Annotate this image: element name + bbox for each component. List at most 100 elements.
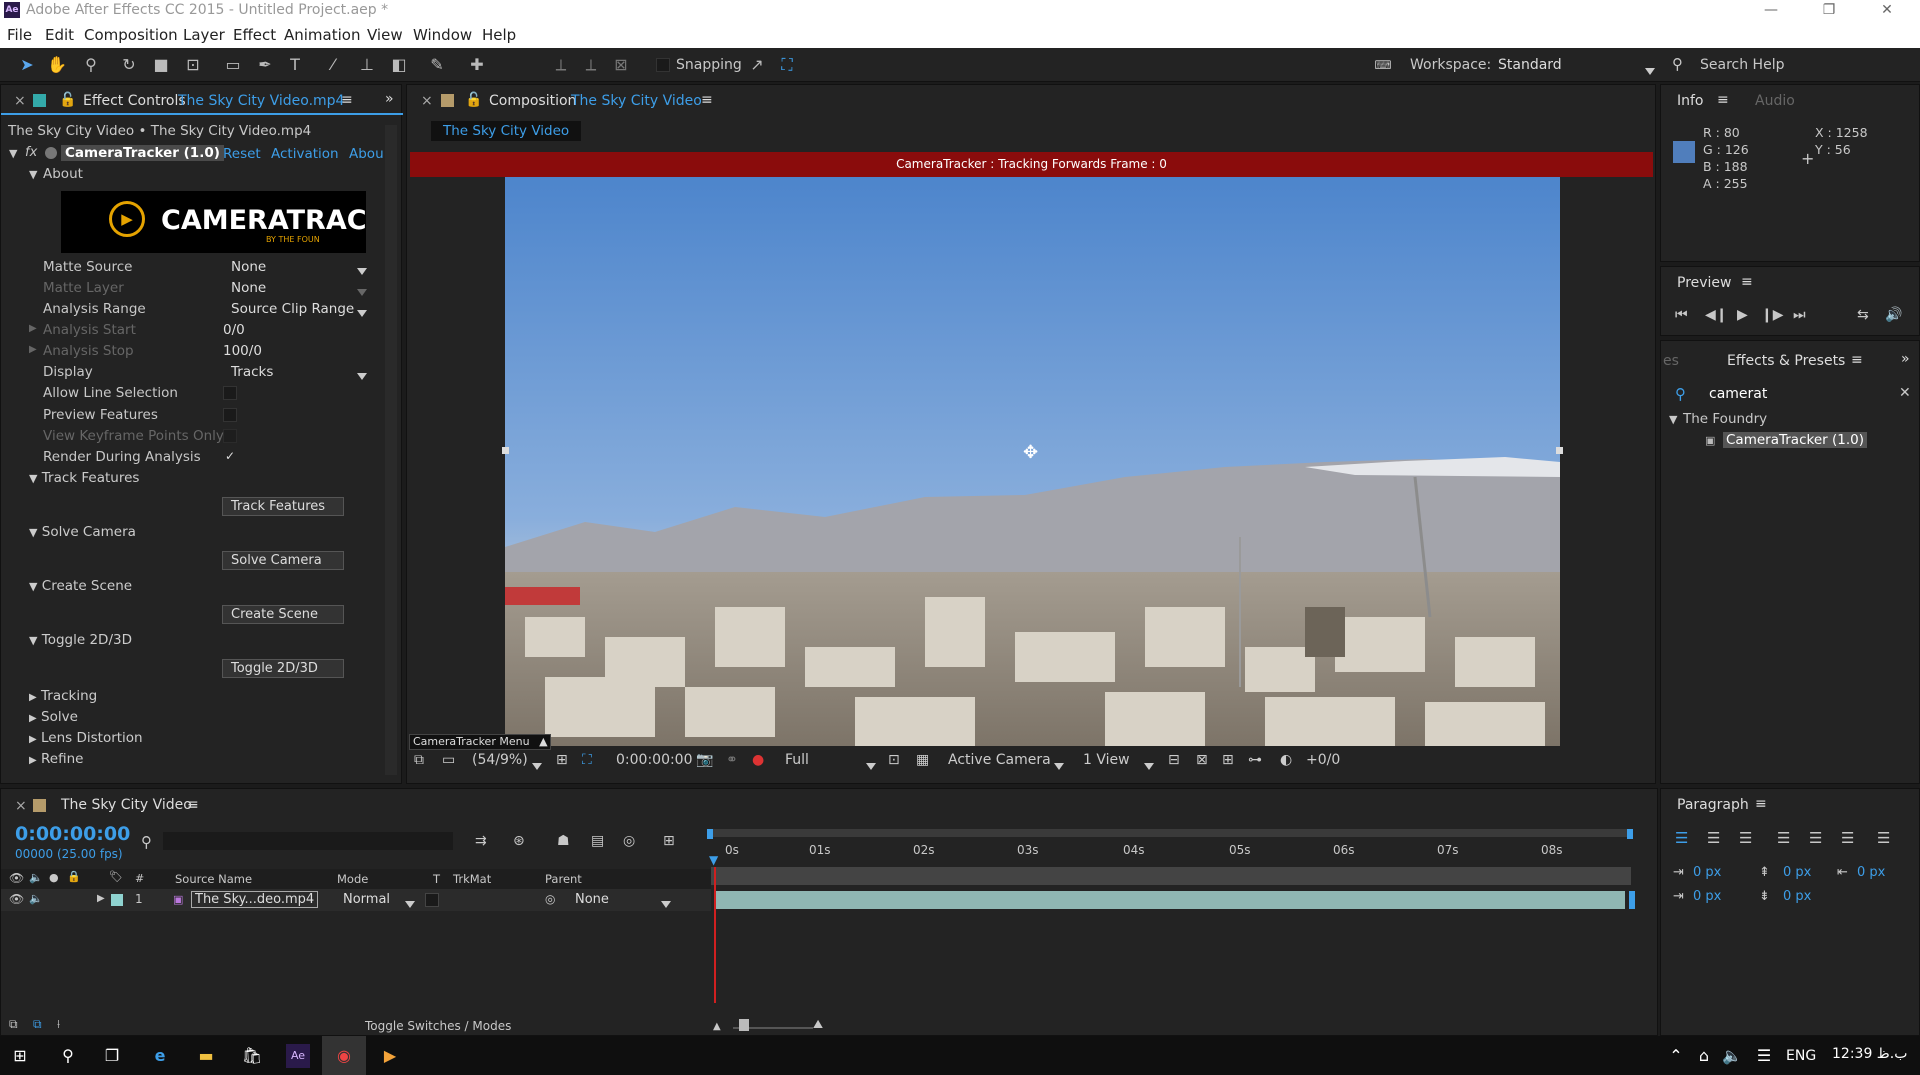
matte-source-select[interactable]: None [231, 259, 266, 275]
section-tracking[interactable]: ▶ Tracking [29, 688, 97, 704]
first-frame-icon[interactable]: ⏮ [1675, 307, 1688, 323]
display-select[interactable]: Tracks [231, 364, 273, 380]
eye-icon[interactable]: 👁 [9, 871, 24, 885]
snap-edges-icon[interactable]: ↗ [746, 54, 768, 76]
render-during-analysis-checkbox[interactable]: ✓ [223, 450, 237, 464]
align-left-icon[interactable]: ☰ [1675, 829, 1688, 847]
folder-the-foundry[interactable]: The Foundry [1683, 411, 1767, 427]
section-create-scene[interactable]: ▼ Create Scene [29, 578, 132, 594]
preserve-transparency-checkbox[interactable] [425, 893, 439, 907]
parent-pickwhip-icon[interactable]: ◎ [545, 892, 555, 906]
info-tab[interactable]: Info [1677, 93, 1704, 109]
mask-visibility-icon[interactable]: ⛶ [582, 752, 592, 778]
effects-search-input[interactable]: camerat [1709, 386, 1767, 402]
media-player-icon[interactable]: ▶ [378, 1044, 402, 1068]
panel-menu-icon[interactable]: ≡ [1741, 274, 1753, 290]
menu-file[interactable]: File [7, 26, 32, 44]
clear-search-icon[interactable]: ✕ [1899, 385, 1911, 401]
layer-audio-icon[interactable]: 🔈 [29, 892, 43, 905]
close-tab-icon[interactable]: × [14, 93, 26, 109]
keyboard-shortcut-icon[interactable]: ⌨ [1370, 54, 1396, 76]
snapping-checkbox[interactable] [656, 58, 670, 72]
section-solve[interactable]: ▶ Solve [29, 709, 78, 725]
trkmat-header[interactable]: TrkMat [453, 872, 491, 886]
justify-center-icon[interactable]: ☰ [1809, 829, 1822, 847]
menu-view[interactable]: View [367, 26, 403, 44]
chevron-down-icon[interactable] [357, 263, 367, 279]
lock-icon[interactable]: 🔓 [59, 92, 76, 108]
motion-blur-icon[interactable]: ◎ [623, 833, 635, 849]
crosshair-anchor-icon[interactable]: ✥ [1023, 442, 1038, 463]
always-preview-icon[interactable]: ⧉ [414, 752, 424, 778]
panel-menu-icon[interactable]: ≡ [701, 92, 713, 108]
menu-window[interactable]: Window [413, 26, 472, 44]
close-tab-icon[interactable]: × [421, 93, 433, 109]
chevron-down-icon[interactable] [357, 368, 367, 384]
timeline-search-input[interactable] [163, 832, 453, 850]
file-explorer-icon[interactable]: ▬ [194, 1044, 218, 1068]
allow-line-selection-checkbox[interactable] [223, 386, 237, 400]
layer-expand-icon[interactable]: ▶ [97, 893, 105, 904]
text-tool-icon[interactable]: T [284, 54, 306, 76]
playhead-line[interactable] [714, 867, 716, 1003]
view-axis-icon[interactable]: ⊠ [610, 54, 632, 76]
panel-menu-icon[interactable]: ≡ [341, 92, 353, 108]
safe-zones-icon[interactable]: ⊞ [556, 752, 568, 778]
menu-help[interactable]: Help [482, 26, 516, 44]
effects-presets-title[interactable]: Effects & Presets [1727, 353, 1845, 369]
reset-link[interactable]: Reset [223, 146, 261, 162]
snap-features-icon[interactable]: ⛶ [776, 54, 798, 76]
effect-controls-tab-file[interactable]: The Sky City Video.mp4 [178, 93, 344, 109]
comp-sub-tab[interactable]: The Sky City Video [431, 121, 582, 141]
windows-start-icon[interactable]: ⊞ [8, 1044, 32, 1068]
panel-menu-icon[interactable]: ≡ [187, 797, 199, 813]
mode-chevron-down-icon[interactable] [405, 896, 415, 912]
region-of-interest-icon[interactable]: ⊡ [888, 752, 900, 778]
toggle-2d3d-button[interactable]: Toggle 2D/3D [222, 659, 344, 678]
first-line-indent-value[interactable]: 0 px [1693, 889, 1721, 904]
workspace-chevron-down-icon[interactable] [1645, 63, 1655, 79]
action-center-icon[interactable]: ☰ [1752, 1044, 1776, 1068]
comp-mini-flowchart-icon[interactable]: ⇉ [475, 833, 487, 849]
folder-triangle-icon[interactable]: ▼ [1669, 413, 1677, 426]
snapshot-icon[interactable]: 📷 [696, 752, 713, 778]
audio-tab[interactable]: Audio [1755, 93, 1795, 109]
after-effects-taskbar-icon[interactable]: Ae [286, 1044, 310, 1068]
volume-icon[interactable]: 🔈 [1720, 1044, 1744, 1068]
preview-features-checkbox[interactable] [223, 408, 237, 422]
language-indicator[interactable]: ENG [1786, 1048, 1816, 1064]
indent-left-value[interactable]: 0 px [1693, 865, 1721, 880]
toggle-pixel-aspect-icon[interactable]: ⊟ [1168, 752, 1180, 778]
justify-all-icon[interactable]: ☰ [1877, 829, 1890, 847]
section-track-features[interactable]: ▼ Track Features [29, 470, 139, 486]
about-link[interactable]: Abou [349, 146, 384, 162]
search-icon[interactable]: ⚲ [56, 1044, 80, 1068]
menu-edit[interactable]: Edit [45, 26, 74, 44]
playhead-icon[interactable]: ▼ [709, 853, 718, 867]
local-axis-icon[interactable]: ⟂ [550, 54, 572, 76]
hand-tool-icon[interactable]: ✋ [46, 54, 68, 76]
resolution-chevron-down-icon[interactable] [866, 758, 876, 784]
views-select[interactable]: 1 View [1083, 752, 1130, 778]
collapse-triangle-icon[interactable]: ▼ [9, 147, 17, 160]
shy-layers-icon[interactable]: ☗ [557, 833, 570, 849]
network-icon[interactable]: ⌂ [1692, 1044, 1716, 1068]
show-hidden-icons-icon[interactable]: ⌃ [1664, 1044, 1688, 1068]
pen-tool-icon[interactable]: ✒ [254, 54, 276, 76]
about-triangle-icon[interactable]: ▼ [29, 168, 37, 181]
show-snapshot-icon[interactable]: ⚭ [726, 752, 738, 778]
label-col-icon[interactable]: 🏷 [109, 870, 123, 883]
menu-effect[interactable]: Effect [233, 26, 276, 44]
timeline-icon[interactable]: ⊞ [1222, 752, 1234, 778]
camera-tool-icon[interactable]: ■ [150, 54, 172, 76]
camera-select[interactable]: Active Camera [948, 752, 1051, 778]
layer-visibility-icon[interactable]: 👁 [9, 892, 24, 906]
flowchart-icon[interactable]: ⊶ [1248, 752, 1262, 778]
activation-link[interactable]: Activation [271, 146, 339, 162]
effect-controls-scrollbar[interactable] [385, 125, 397, 775]
work-area-end-handle[interactable] [1627, 829, 1633, 839]
effect-name[interactable]: CameraTracker (1.0) [61, 145, 224, 161]
align-center-icon[interactable]: ☰ [1707, 829, 1720, 847]
edge-browser-icon[interactable]: e [148, 1044, 172, 1068]
analysis-range-select[interactable]: Source Clip Range [231, 301, 354, 317]
